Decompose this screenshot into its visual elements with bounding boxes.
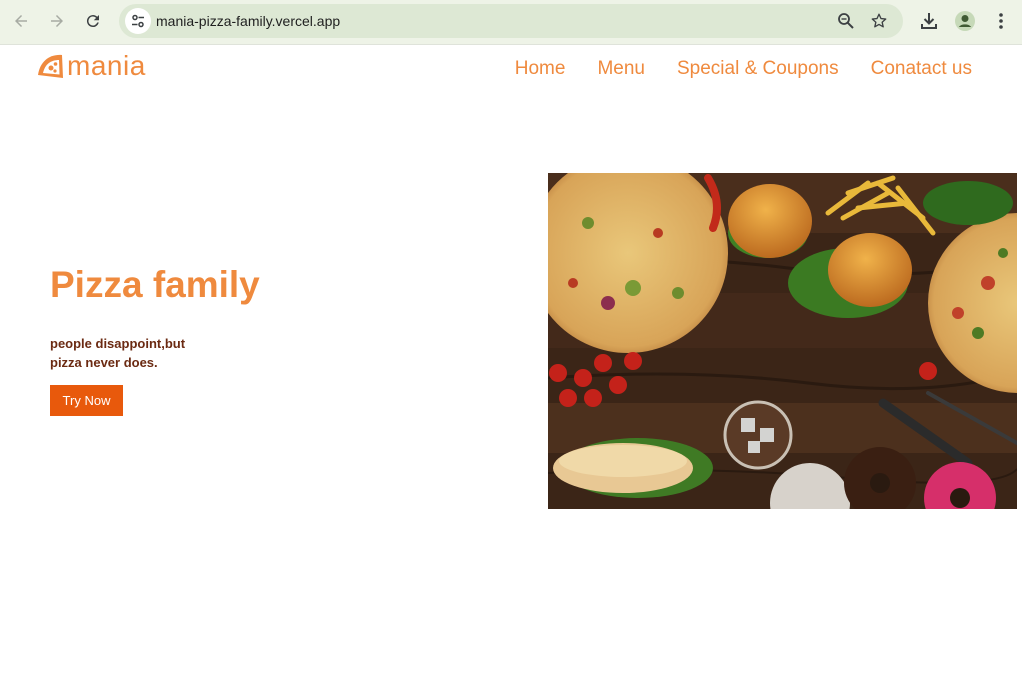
zoom-icon [838, 13, 854, 29]
tagline-line-1: people disappoint,but [50, 336, 186, 351]
kebab-menu-icon [999, 13, 1003, 29]
nav-contact-us[interactable]: Conatact us [871, 58, 972, 80]
profile-icon [955, 11, 975, 31]
profile-button[interactable] [953, 9, 977, 33]
browser-toolbar: mania-pizza-family.vercel.app [0, 0, 1022, 45]
nav-special-coupons[interactable]: Special & Coupons [677, 58, 839, 80]
try-now-button[interactable]: Try Now [50, 385, 123, 416]
browser-menu-button[interactable] [989, 9, 1013, 33]
url-text[interactable]: mania-pizza-family.vercel.app [156, 13, 340, 29]
brand-name: mania [67, 50, 146, 81]
tune-icon [132, 14, 144, 28]
forward-button[interactable] [44, 8, 70, 34]
arrow-right-icon [51, 15, 63, 27]
main-nav: Home Menu Special & Coupons Conatact us [515, 58, 972, 80]
arrow-left-icon [15, 15, 27, 27]
nav-menu[interactable]: Menu [597, 58, 645, 80]
star-icon [871, 13, 887, 28]
zoom-button[interactable] [835, 10, 857, 32]
address-bar[interactable]: mania-pizza-family.vercel.app [119, 4, 903, 38]
back-button[interactable] [8, 8, 34, 34]
site-logo[interactable]: mania [36, 49, 146, 83]
hero-title: Pizza family [50, 264, 260, 305]
tagline-line-2: pizza never does. [50, 355, 158, 370]
download-button[interactable] [917, 9, 941, 33]
nav-home[interactable]: Home [515, 58, 566, 80]
hero-food-image [548, 173, 1017, 509]
pizza-slice-icon [38, 54, 63, 78]
hero-tagline: people disappoint,but pizza never does. [50, 334, 250, 372]
reload-button[interactable] [80, 8, 106, 34]
download-icon [921, 13, 937, 29]
bookmark-button[interactable] [868, 10, 890, 32]
site-info-button[interactable] [125, 8, 151, 34]
reload-icon [86, 15, 99, 28]
